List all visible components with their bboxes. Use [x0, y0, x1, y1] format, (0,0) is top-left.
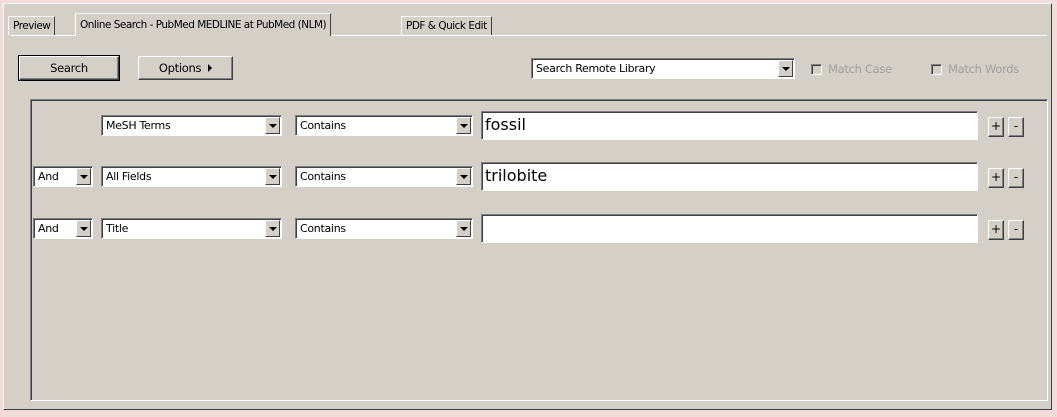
- tab-online-search[interactable]: Online Search - PubMed MEDLINE at PubMed…: [75, 13, 332, 36]
- chevron-down-icon: [268, 123, 277, 128]
- tab-pdf-quick-edit[interactable]: PDF & Quick Edit: [401, 16, 492, 35]
- chevron-down-icon: [79, 174, 88, 179]
- field-select-1-dropdown[interactable]: [265, 117, 280, 134]
- chevron-down-icon: [459, 123, 468, 128]
- operator-select-3[interactable]: Contains: [295, 218, 473, 239]
- field-select-2-dropdown[interactable]: [265, 168, 280, 185]
- operator-select-3-value: Contains: [300, 222, 346, 235]
- options-button[interactable]: Options: [138, 56, 233, 80]
- connector-select-3[interactable]: And: [33, 218, 93, 239]
- chevron-down-icon: [268, 174, 277, 179]
- add-row-button-1[interactable]: +: [988, 117, 1004, 137]
- add-row-button-2[interactable]: +: [988, 168, 1004, 188]
- connector-select-2-value: And: [38, 170, 59, 183]
- search-term-input-3[interactable]: [481, 214, 978, 243]
- search-term-input-2[interactable]: trilobite: [481, 162, 978, 191]
- add-row-button-3[interactable]: +: [988, 220, 1004, 240]
- match-words-checkbox[interactable]: Match Words: [931, 62, 1019, 76]
- field-select-2-value: All Fields: [106, 170, 152, 183]
- operator-select-1-dropdown[interactable]: [456, 117, 471, 134]
- library-select-value: Search Remote Library: [536, 62, 656, 75]
- field-select-1-value: MeSH Terms: [106, 119, 171, 132]
- chevron-down-icon: [268, 226, 277, 231]
- operator-select-3-dropdown[interactable]: [456, 220, 471, 237]
- options-button-label: Options: [158, 61, 202, 75]
- operator-select-2-dropdown[interactable]: [456, 168, 471, 185]
- connector-select-2[interactable]: And: [33, 166, 93, 187]
- connector-select-2-dropdown[interactable]: [76, 168, 91, 185]
- checkbox-icon: [811, 63, 822, 75]
- field-select-3-value: Title: [106, 222, 129, 235]
- match-case-checkbox[interactable]: Match Case: [811, 62, 892, 76]
- chevron-down-icon: [459, 226, 468, 231]
- connector-select-3-value: And: [38, 222, 59, 235]
- tab-preview[interactable]: Preview: [8, 16, 56, 35]
- connector-select-3-dropdown[interactable]: [76, 220, 91, 237]
- search-button[interactable]: Search: [18, 55, 120, 81]
- chevron-down-icon: [459, 174, 468, 179]
- field-select-1[interactable]: MeSH Terms: [101, 115, 282, 136]
- remove-row-button-3[interactable]: -: [1008, 220, 1024, 240]
- library-select-dropdown[interactable]: [778, 60, 793, 77]
- operator-select-2-value: Contains: [300, 170, 346, 183]
- operator-select-1[interactable]: Contains: [295, 115, 473, 136]
- match-case-label: Match Case: [828, 62, 892, 76]
- chevron-down-icon: [79, 226, 88, 231]
- remove-row-button-1[interactable]: -: [1008, 117, 1024, 137]
- search-window: Preview Online Search - PubMed MEDLINE a…: [3, 3, 1052, 410]
- search-button-label: Search: [50, 61, 88, 75]
- match-words-label: Match Words: [948, 62, 1019, 76]
- chevron-down-icon: [781, 66, 790, 71]
- operator-select-1-value: Contains: [300, 119, 346, 132]
- search-term-input-1[interactable]: fossil: [481, 111, 978, 140]
- operator-select-2[interactable]: Contains: [295, 166, 473, 187]
- field-select-2[interactable]: All Fields: [101, 166, 282, 187]
- checkbox-icon: [931, 63, 942, 75]
- library-select[interactable]: Search Remote Library: [531, 58, 795, 79]
- search-criteria-panel: [30, 99, 1048, 401]
- arrow-right-icon: [208, 64, 213, 72]
- field-select-3[interactable]: Title: [101, 218, 282, 239]
- remove-row-button-2[interactable]: -: [1008, 168, 1024, 188]
- field-select-3-dropdown[interactable]: [265, 220, 280, 237]
